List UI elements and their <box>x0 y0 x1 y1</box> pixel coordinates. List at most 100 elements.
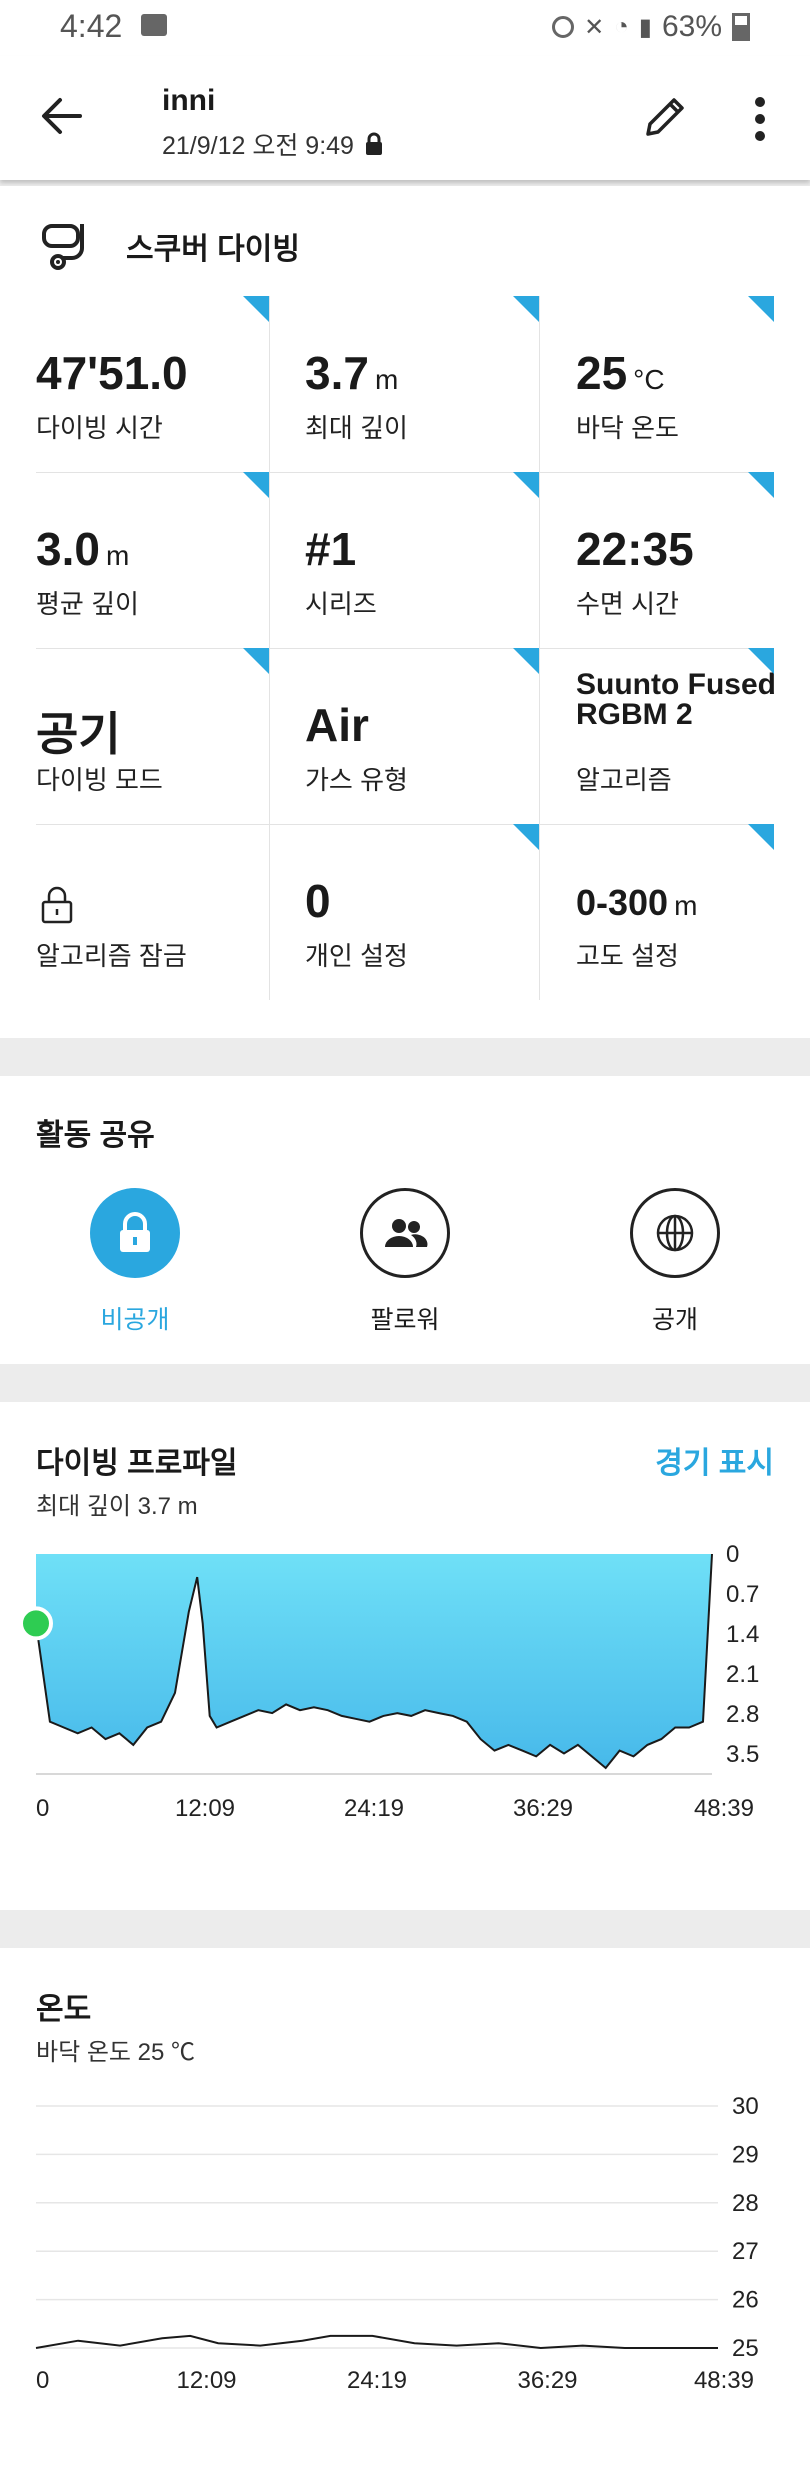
stat-unit: °C <box>633 364 665 395</box>
edit-corner-icon <box>513 296 539 322</box>
x-tick-label: 12:09 <box>176 2367 236 2394</box>
stat-value: 47'51.0 <box>36 346 188 400</box>
stat-dive-mode[interactable]: 공기 다이빙 모드 <box>36 648 269 824</box>
status-icons: ✕ ◔ ▮ 63% <box>552 10 750 44</box>
stat-value-text: 47'51.0 <box>36 347 188 399</box>
stat-unit: m <box>374 364 399 395</box>
user-name: inni <box>162 84 216 117</box>
gallery-icon <box>141 14 167 36</box>
stat-label: 가스 유형 <box>305 765 408 795</box>
stat-label: 바닥 온도 <box>576 413 679 443</box>
share-option-circle[interactable] <box>360 1188 450 1278</box>
share-option-circle[interactable] <box>630 1188 720 1278</box>
stat-algorithm-lock[interactable]: 알고리즘 잠금 <box>36 824 269 1000</box>
x-tick-label: 36:29 <box>513 1795 573 1822</box>
stat-value-text: 3.0 <box>36 523 100 575</box>
stat-label: 고도 설정 <box>576 941 679 971</box>
stat-label: 시리즈 <box>305 589 377 619</box>
stat-gas-type[interactable]: Air 가스 유형 <box>305 648 539 824</box>
share-activity-card: 활동 공유 비공개 팔로워 공개 <box>0 1076 810 1364</box>
temperature-chart[interactable]: 30 29 28 27 26 25 0 12:09 24:19 36:29 48:39 <box>0 2096 810 2491</box>
share-option-private[interactable]: 비공개 <box>35 1188 235 1336</box>
share-option-followers[interactable]: 팔로워 <box>305 1188 505 1336</box>
temperature-card: 온도 바닥 온도 25 ℃ 30 29 28 27 26 25 0 12:09 24:19 36:… <box>0 1948 810 2491</box>
battery-level: 63% <box>661 10 722 43</box>
edit-corner-icon <box>513 472 539 498</box>
dive-date: 21/9/12 오전 9:49 <box>162 126 384 162</box>
depth-area <box>36 1554 712 1768</box>
edit-corner-icon <box>243 472 269 498</box>
y-tick-label: 2.1 <box>726 1661 759 1688</box>
stat-label: 다이빙 모드 <box>36 765 163 795</box>
app-bar: inni 21/9/12 오전 9:49 <box>0 56 810 180</box>
stat-value-text: 22:35 <box>576 523 694 575</box>
temperature-line <box>35 2334 718 2350</box>
back-arrow-icon[interactable] <box>40 94 84 138</box>
y-tick-label: 1.4 <box>726 1621 759 1648</box>
lock-icon <box>365 132 382 155</box>
edit-corner-icon <box>748 296 774 322</box>
stat-value-text: Air <box>305 699 369 751</box>
status-bar: 4:42 ✕ ◔ ▮ 63% <box>0 0 810 56</box>
battery-icon <box>732 13 750 41</box>
y-tick-label: 25 <box>732 2335 759 2362</box>
x-tick-label: 24:19 <box>344 1795 404 1822</box>
stat-value: 공기 <box>36 698 121 764</box>
stat-label: 알고리즘 <box>576 765 672 795</box>
stat-series[interactable]: #1 시리즈 <box>305 472 539 648</box>
stat-value: 3.7 m <box>305 346 398 400</box>
x-tick-label: 24:19 <box>347 2367 407 2394</box>
depth-profile-chart[interactable]: 0 0.7 1.4 2.1 2.8 3.5 0 12:09 24:19 36:29 48:39 <box>0 1542 810 1862</box>
stat-value-text: 공기 <box>36 708 121 760</box>
stat-altitude-setting[interactable]: 0-300 m 고도 설정 <box>576 824 774 1000</box>
share-title: 활동 공유 <box>36 1119 155 1152</box>
stat-surface-time[interactable]: 22:35 수면 시간 <box>576 472 774 648</box>
dive-profile-title: 다이빙 프로파일 <box>36 1447 238 1480</box>
stat-value: 0 <box>305 874 331 928</box>
stat-value: Suunto Fused RGBM 2 <box>576 668 776 731</box>
y-tick-label: 2.8 <box>726 1701 759 1728</box>
stat-avg-depth[interactable]: 3.0 m 평균 깊이 <box>36 472 269 648</box>
dive-summary-card: 스쿠버 다이빙 47'51.0 다이빙 시간 3.7 m 최대 깊이 25 °C 바… <box>0 186 810 1038</box>
y-tick-label: 27 <box>732 2238 759 2265</box>
edit-corner-icon <box>748 824 774 850</box>
more-options-icon[interactable] <box>752 94 768 144</box>
edit-pencil-icon[interactable] <box>640 92 690 142</box>
stat-label: 수면 시간 <box>576 589 679 619</box>
temperature-subtitle: 바닥 온도 25 ℃ <box>36 2039 196 2066</box>
x-tick-label: 36:29 <box>517 2367 577 2394</box>
dive-profile-card: 다이빙 프로파일 경기 표시 최대 깊이 3.7 m 0 0.7 1.4 2.1 2.8… <box>0 1402 810 1910</box>
share-option-circle[interactable] <box>90 1188 180 1278</box>
x-tick-label: 0 <box>36 2367 49 2394</box>
x-tick-label: 12:09 <box>175 1795 235 1822</box>
stat-value: 0-300 m <box>576 882 697 924</box>
dive-profile-subtitle: 최대 깊이 3.7 m <box>36 1493 198 1520</box>
activity-title: 스쿠버 다이빙 <box>126 233 300 266</box>
signal-icon: ▮ <box>638 13 652 41</box>
x-tick-label: 48:39 <box>694 2367 754 2394</box>
stat-personal-setting[interactable]: 0 개인 설정 <box>305 824 539 1000</box>
lock-icon <box>120 1212 150 1252</box>
stat-unit: m <box>674 890 698 921</box>
edit-corner-icon <box>513 648 539 674</box>
y-tick-label: 29 <box>732 2141 759 2168</box>
start-marker <box>19 1606 53 1641</box>
stat-dive-time[interactable]: 47'51.0 다이빙 시간 <box>36 296 269 472</box>
stat-value-text: 0-300 <box>576 882 669 923</box>
stat-bottom-temp[interactable]: 25 °C 바닥 온도 <box>576 296 774 472</box>
stat-value: 25 °C <box>576 346 665 400</box>
y-tick-label: 0 <box>726 1542 739 1568</box>
x-tick-label: 48:39 <box>694 1795 754 1822</box>
show-race-link[interactable]: 경기 표시 <box>655 1438 774 1482</box>
y-tick-label: 0.7 <box>726 1581 759 1608</box>
stat-label: 최대 깊이 <box>305 413 408 443</box>
dive-date-text: 21/9/12 오전 9:49 <box>162 132 354 160</box>
stat-label: 개인 설정 <box>305 941 408 971</box>
share-option-public[interactable]: 공개 <box>575 1188 775 1336</box>
stat-value-text: 0 <box>305 875 331 927</box>
stat-label: 다이빙 시간 <box>36 413 163 443</box>
people-icon <box>385 1219 428 1247</box>
stat-max-depth[interactable]: 3.7 m 최대 깊이 <box>305 296 539 472</box>
mute-icon: ✕ <box>584 13 605 41</box>
stat-algorithm[interactable]: Suunto Fused RGBM 2 알고리즘 <box>576 648 776 824</box>
